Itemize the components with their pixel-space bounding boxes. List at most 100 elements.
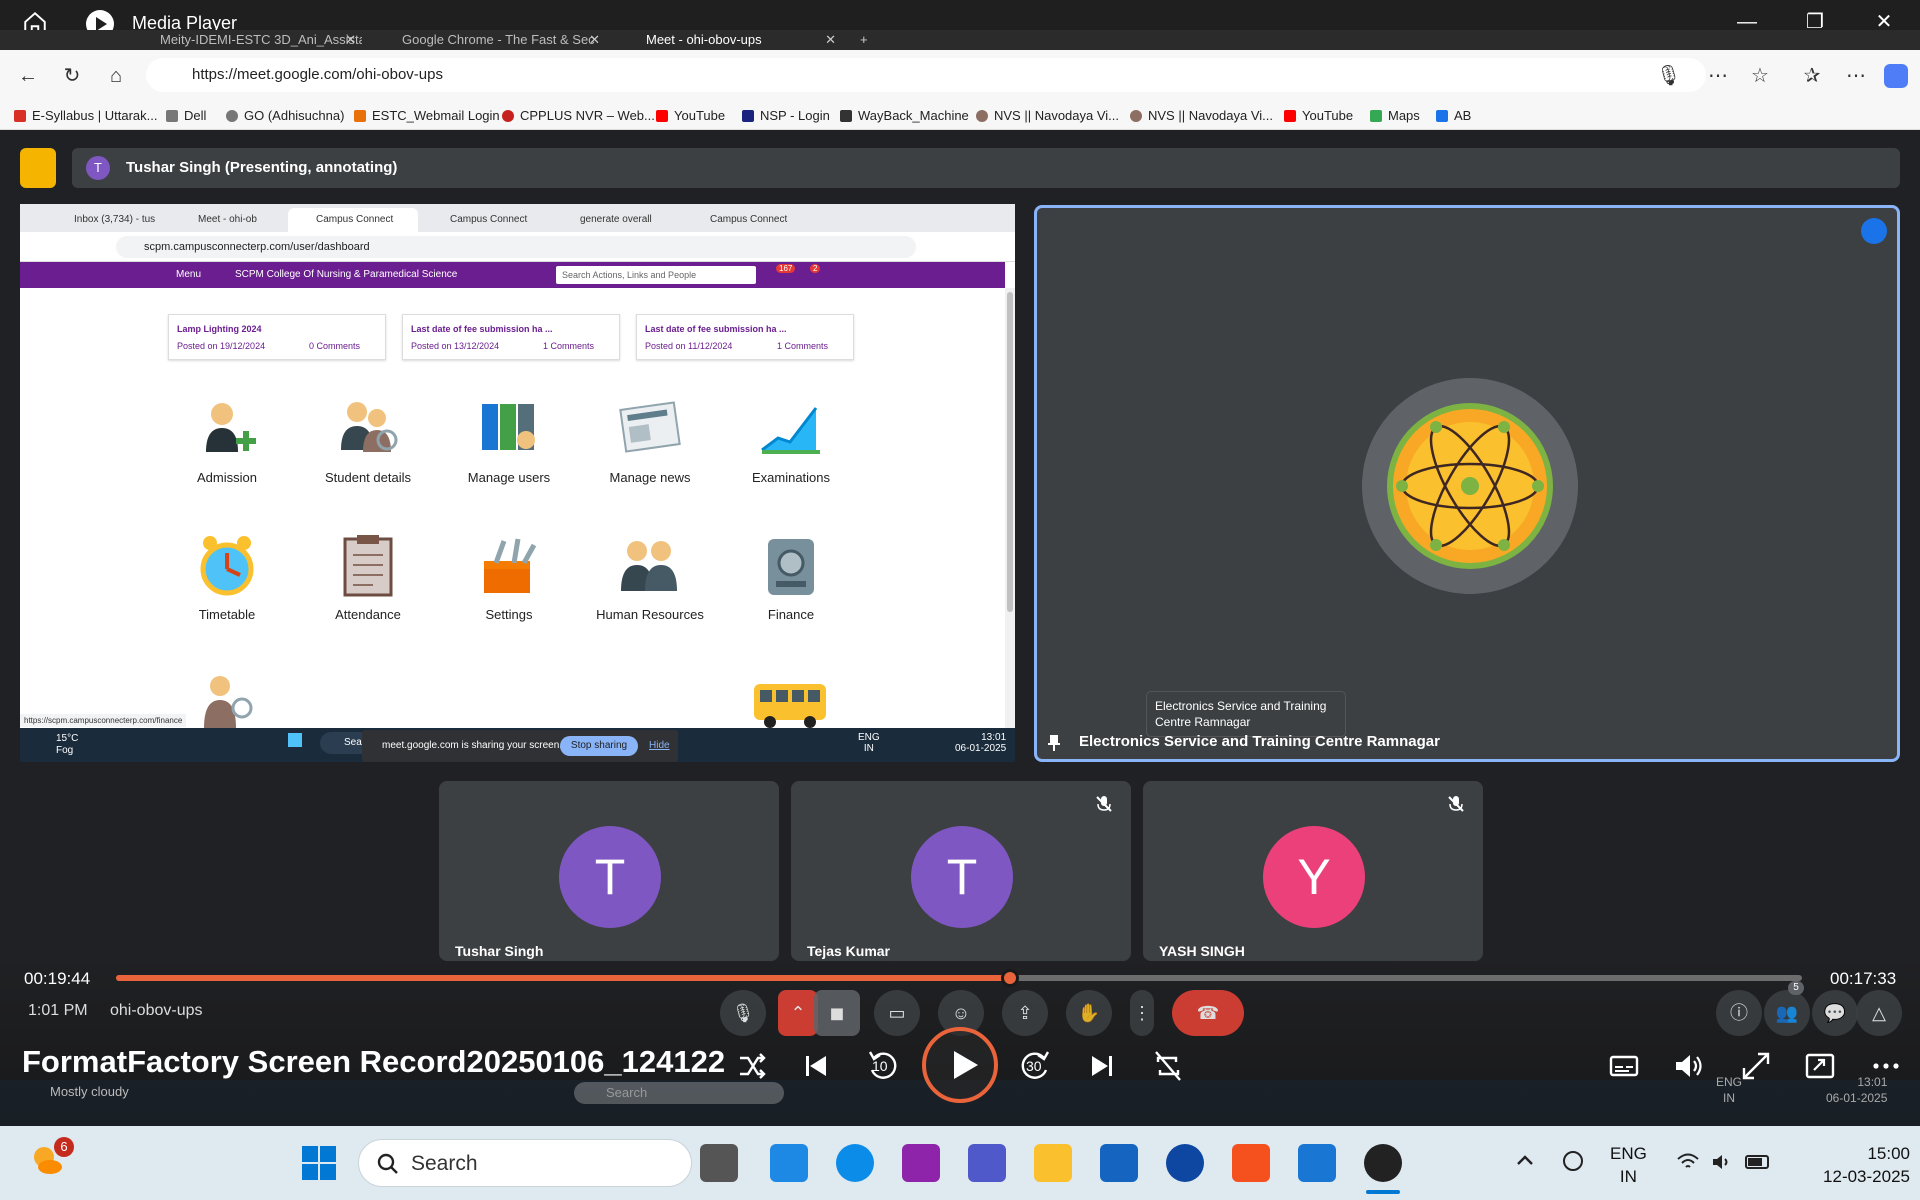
teams-icon[interactable] [968,1144,1006,1182]
reload-icon[interactable]: ↻ [60,64,84,88]
bookmark-item[interactable]: NSP - Login [742,108,830,123]
news-title: Last date of fee submission ha ... [411,324,553,334]
campus-header: Menu SCPM College Of Nursing & Paramedic… [20,262,1005,288]
favorites-icon[interactable]: ✰ [1800,64,1824,88]
onedrive-icon[interactable] [1558,1148,1588,1174]
previous-icon[interactable] [796,1046,836,1086]
language-indicator[interactable]: ENG IN [1610,1142,1647,1188]
wifi-icon[interactable] [1676,1150,1700,1174]
file-explorer-icon[interactable] [1034,1144,1072,1182]
bookmark-item[interactable]: NVS || Navodaya Vi... [1130,108,1273,123]
bookmark-item[interactable]: Maps [1370,108,1420,123]
participant-tile[interactable]: T Tejas Kumar [791,781,1131,961]
raise-hand-button[interactable]: ✋ [1066,990,1112,1036]
stop-presenting-button[interactable] [20,148,56,188]
leave-call-button[interactable]: ☎ [1172,990,1244,1036]
url-text: https://meet.google.com/ohi-obov-ups [192,66,443,83]
captions-button[interactable]: ▭ [874,990,920,1036]
shared-address-bar: scpm.campusconnecterp.com/user/dashboard [20,232,1015,262]
next-icon[interactable] [1082,1046,1122,1086]
seek-progress [116,975,1010,981]
bookmark-item[interactable]: YouTube [656,108,725,123]
skip-back-button[interactable]: 10 [862,1046,902,1086]
microsoft-store-icon[interactable] [1100,1144,1138,1182]
tab-label: Meet - ohi-ob [198,214,257,225]
browser-tab[interactable]: Google Chrome - The Fast & Sec ✕ [372,30,606,50]
bookmark-item[interactable]: CPPLUS NVR – Web... [502,108,655,123]
close-tab-icon[interactable]: ✕ [589,30,600,50]
settings-menu-icon[interactable]: ⋯ [1844,64,1868,88]
copilot-app-icon[interactable] [902,1144,940,1182]
more-icon[interactable] [1866,1046,1906,1086]
bookmark-item[interactable]: WayBack_Machine [840,108,969,123]
new-tab-button[interactable]: + [852,30,882,50]
browser-tab-active[interactable]: Meet - ohi-obov-ups ✕ [616,30,842,50]
xampp-icon[interactable] [1232,1144,1270,1182]
close-tab-icon[interactable]: ✕ [345,30,356,50]
taskbar-search[interactable]: Search [358,1139,692,1187]
settings-icon [484,538,537,593]
seek-thumb[interactable] [1000,969,1019,987]
bookmark-item[interactable]: YouTube [1284,108,1353,123]
bookmark-label: Dell [184,108,207,123]
chat-icon[interactable]: 💬 [1812,990,1858,1036]
speaker-icon[interactable] [1710,1150,1734,1174]
shared-tab: Campus Connect [422,208,548,232]
pin-icon[interactable] [1047,735,1061,751]
tab-label: Campus Connect [316,214,394,225]
address-bar[interactable]: https://meet.google.com/ohi-obov-ups [146,58,1706,92]
browser-tab[interactable]: Meity-IDEMI-ESTC 3D_Ani_Assista ✕ [130,30,362,50]
chevron-up-icon[interactable] [1514,1150,1536,1172]
vscode-icon[interactable] [770,1144,808,1182]
volume-icon[interactable] [1668,1046,1708,1086]
shared-screen: Inbox (3,734) - tus Meet - ohi-ob Campus… [20,204,1015,762]
back-icon[interactable]: ← [16,64,40,88]
more-audio-options-icon[interactable]: ⌃ [778,990,818,1036]
battery-icon[interactable] [1744,1150,1772,1174]
tab-label: Google Chrome - The Fast & Sec [402,32,595,47]
subtitles-icon[interactable] [1604,1046,1644,1086]
mini-player-icon[interactable] [1800,1046,1840,1086]
bookmark-item[interactable]: AB [1436,108,1471,123]
present-button[interactable]: ⇪ [1002,990,1048,1036]
participant-tile[interactable]: T Tushar Singh [439,781,779,961]
home-icon[interactable]: ⌂ [104,64,128,88]
shuffle-icon[interactable] [732,1046,772,1086]
shared-tab: generate overall [552,208,678,232]
bookmark-item[interactable]: NVS || Navodaya Vi... [976,108,1119,123]
copilot-icon[interactable] [1884,64,1908,88]
meeting-info-icon[interactable]: ⓘ [1716,990,1762,1036]
search-icon [377,1153,398,1174]
repeat-off-icon[interactable] [1148,1046,1188,1086]
more-options-icon[interactable]: ⋯ [1706,64,1730,88]
microphone-button[interactable]: 🎙 [720,990,766,1036]
activities-icon[interactable]: △ [1856,990,1902,1036]
camera-off-button[interactable]: ◼ [814,990,860,1036]
microphone-icon[interactable]: 🎙 [1656,64,1681,88]
photos-icon[interactable] [1298,1144,1336,1182]
module-label: Student details [324,470,411,485]
bookmark-item[interactable]: Dell [166,108,206,123]
play-button[interactable] [922,1027,998,1103]
people-icon[interactable]: 👥 [1764,990,1810,1036]
bookmark-item[interactable]: E-Syllabus | Uttarak... [14,108,157,123]
windows-start-icon[interactable] [300,1144,338,1182]
more-options-button[interactable]: ⋮ [1130,990,1154,1036]
participant-tile[interactable]: Y YASH SINGH [1143,781,1483,961]
bookmark-item[interactable]: ESTC_Webmail Login [354,108,500,123]
edge-icon[interactable] [836,1144,874,1182]
file-manager-app-icon[interactable] [700,1144,738,1182]
seek-bar[interactable] [116,969,1802,987]
close-tab-icon[interactable]: ✕ [825,30,836,50]
browser-tab-strip: Meity-IDEMI-ESTC 3D_Ani_Assista ✕ Google … [0,30,1920,50]
pinned-participant-tile[interactable]: Electronics Service and Training Centre … [1034,205,1900,762]
dell-icon[interactable] [1166,1144,1204,1182]
shared-tab: Meet - ohi-ob [170,208,284,232]
weather-widget[interactable]: 6 [28,1137,74,1179]
taskbar-clock[interactable]: 15:00 12-03-2025 [1790,1142,1910,1188]
media-player-taskbar-icon[interactable] [1364,1144,1402,1182]
skip-forward-button[interactable]: 30 [1016,1046,1056,1086]
bookmark-star-icon[interactable]: ☆ [1748,64,1772,88]
fullscreen-icon[interactable] [1736,1046,1776,1086]
bookmark-item[interactable]: GO (Adhisuchna) [226,108,344,123]
